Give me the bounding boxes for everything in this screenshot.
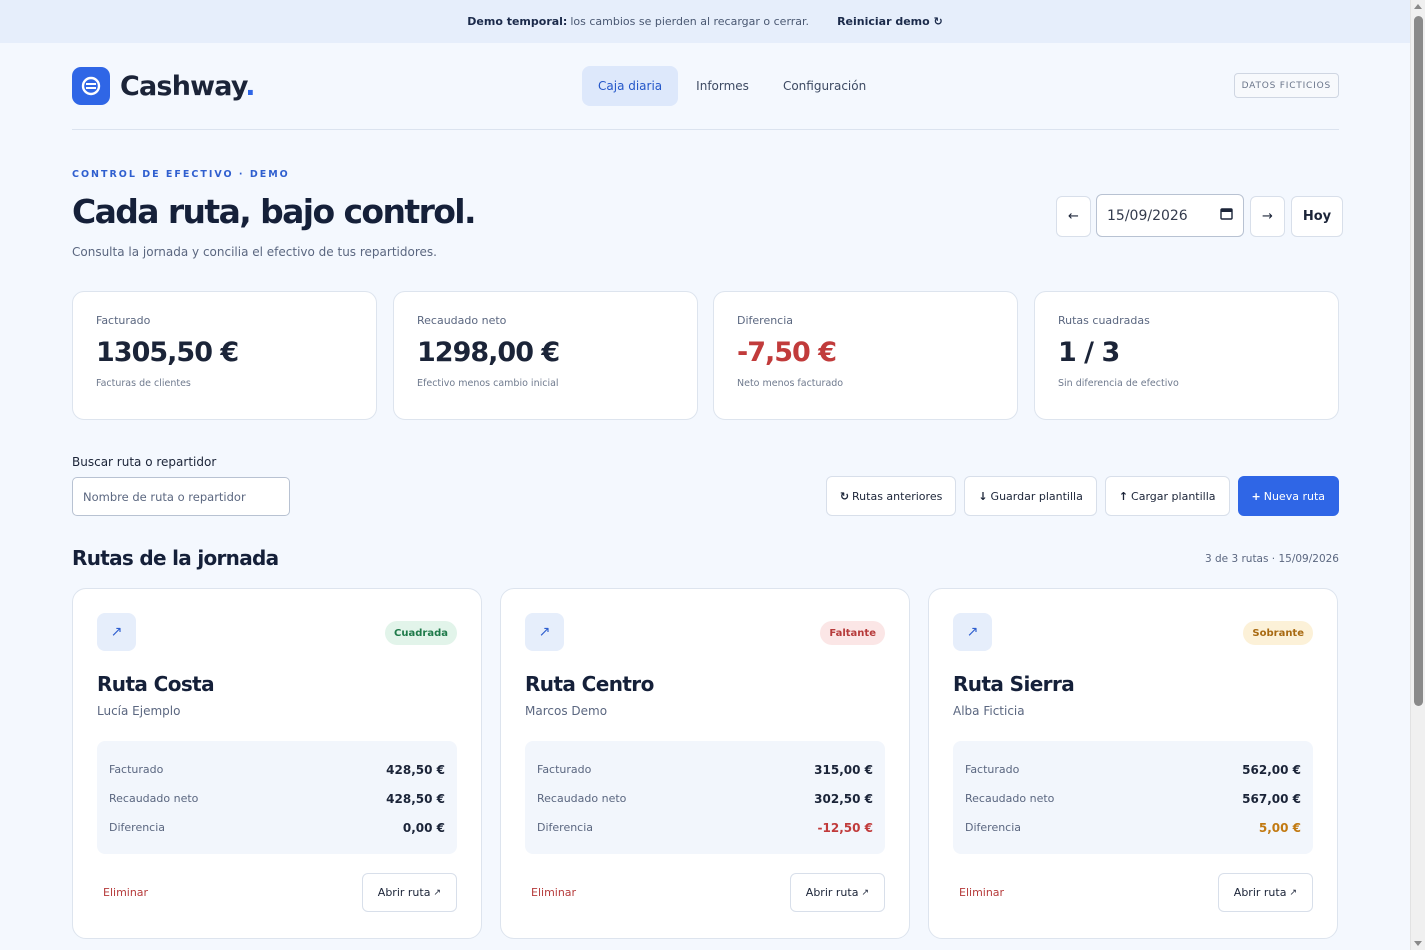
date-value: 15/09/2026 (1107, 207, 1188, 224)
delete-route-link[interactable]: Eliminar (103, 886, 148, 899)
upload-icon: ↑ (1118, 489, 1129, 503)
demo-banner: Demo temporal: los cambios se pierden al… (0, 0, 1410, 43)
status-badge: Cuadrada (385, 621, 457, 645)
nav-configuracion[interactable]: Configuración (767, 66, 882, 106)
external-arrow-icon: ↗ (861, 887, 869, 898)
search-input[interactable] (72, 477, 290, 516)
plus-icon: + (1251, 489, 1261, 503)
status-badge: Faltante (820, 621, 885, 645)
kpi-hint: Neto menos facturado (737, 378, 844, 389)
search-label: Buscar ruta o repartidor (72, 455, 217, 469)
stat-row: Recaudado neto 567,00 € (965, 791, 1301, 806)
kpi-hint: Facturas de clientes (96, 378, 191, 389)
arrow-up-right-icon: ↗ (525, 613, 564, 651)
prev-day-button[interactable]: ← (1056, 196, 1091, 237)
route-footer: Eliminar Abrir ruta ↗ (97, 873, 457, 912)
nav-caja-diaria[interactable]: Caja diaria (582, 66, 679, 106)
scrollbar-thumb[interactable] (1414, 16, 1423, 706)
open-route-button[interactable]: Abrir ruta ↗ (789, 873, 885, 912)
fake-data-badge: DATOS FICTICIOS (1233, 73, 1339, 98)
next-day-button[interactable]: → (1250, 196, 1285, 237)
external-arrow-icon: ↗ (1289, 887, 1297, 898)
stat-row: Recaudado neto 428,50 € (109, 791, 445, 806)
stat-row: Diferencia -12,50 € (537, 820, 873, 835)
route-stats: Facturado 428,50 € Recaudado neto 428,50 €… (97, 741, 457, 854)
route-driver: Alba Ficticia (953, 704, 1025, 718)
scroll-up-icon[interactable] (1414, 4, 1422, 9)
kpi-value: 1298,00 € (417, 337, 560, 368)
save-template-button[interactable]: ↓ Guardar plantilla (964, 476, 1097, 516)
nav-informes[interactable]: Informes (680, 66, 765, 106)
route-actions: ↻ Rutas anteriores ↓ Guardar plantilla ↑ Ca… (818, 476, 1339, 516)
kpi-value: 1 / 3 (1058, 337, 1120, 368)
page-title: Cada ruta, bajo control. (72, 192, 477, 231)
today-button[interactable]: Hoy (1291, 196, 1343, 237)
new-route-button[interactable]: + Nueva ruta (1237, 476, 1339, 516)
app-header: Cashway. Caja diaria Informes Configurac… (72, 60, 1339, 130)
kpi-rutas-cuadradas: Rutas cuadradas 1 / 3 Sin diferencia de … (1034, 291, 1339, 420)
route-driver: Lucía Ejemplo (97, 704, 181, 718)
arrow-up-right-icon: ↗ (953, 613, 992, 651)
kpi-label: Rutas cuadradas (1058, 314, 1150, 327)
brand-logo[interactable]: Cashway. (72, 67, 255, 105)
open-route-button[interactable]: Abrir ruta ↗ (361, 873, 457, 912)
brand-name: Cashway. (120, 70, 255, 102)
stat-row: Facturado 315,00 € (537, 762, 873, 777)
route-stats: Facturado 562,00 € Recaudado neto 567,00 €… (953, 741, 1313, 854)
route-name: Ruta Centro (525, 672, 654, 696)
cashway-logo-icon (72, 67, 110, 105)
download-icon: ↓ (978, 489, 988, 503)
calendar-icon[interactable] (1220, 207, 1233, 224)
route-card: ↗ Cuadrada Ruta Costa Lucía Ejemplo Fact… (72, 588, 482, 939)
status-badge: Sobrante (1243, 621, 1313, 645)
date-input[interactable]: 15/09/2026 (1096, 194, 1244, 237)
route-footer: Eliminar Abrir ruta ↗ (525, 873, 885, 912)
route-name: Ruta Sierra (953, 672, 1075, 696)
page-subtitle: Consulta la jornada y concilia el efecti… (72, 245, 437, 259)
route-driver: Marcos Demo (525, 704, 608, 718)
page-scrollbar[interactable] (1410, 0, 1425, 950)
open-route-button[interactable]: Abrir ruta ↗ (1217, 873, 1313, 912)
kpi-label: Facturado (96, 314, 151, 327)
kpi-hint: Efectivo menos cambio inicial (417, 378, 559, 389)
route-stats: Facturado 315,00 € Recaudado neto 302,50 €… (525, 741, 885, 854)
arrow-up-right-icon: ↗ (97, 613, 136, 651)
kpi-recaudado-neto: Recaudado neto 1298,00 € Efectivo menos … (393, 291, 698, 420)
stat-row: Recaudado neto 302,50 € (537, 791, 873, 806)
page-eyebrow: CONTROL DE EFECTIVO · DEMO (72, 169, 290, 180)
kpi-label: Diferencia (737, 314, 794, 327)
date-controls: ← 15/09/2026 → Hoy (1056, 194, 1343, 237)
kpi-label: Recaudado neto (417, 314, 507, 327)
stat-row: Facturado 428,50 € (109, 762, 445, 777)
main-nav: Caja diaria Informes Configuración (582, 66, 884, 106)
reset-demo-link[interactable]: Reiniciar demo ↻ (837, 15, 943, 28)
previous-routes-button[interactable]: ↻ Rutas anteriores (825, 476, 957, 516)
kpi-diferencia: Diferencia -7,50 € Neto menos facturado (713, 291, 1018, 420)
kpi-facturado: Facturado 1305,50 € Facturas de clientes (72, 291, 377, 420)
kpi-value: 1305,50 € (96, 337, 239, 368)
stat-row: Diferencia 0,00 € (109, 820, 445, 835)
kpi-hint: Sin diferencia de efectivo (1058, 378, 1179, 389)
route-name: Ruta Costa (97, 672, 215, 696)
scroll-down-icon[interactable] (1414, 941, 1422, 946)
load-template-button[interactable]: ↑ Cargar plantilla (1104, 476, 1230, 516)
section-meta: 3 de 3 rutas · 15/09/2026 (1204, 553, 1339, 565)
section-title: Rutas de la jornada (72, 546, 279, 570)
refresh-icon: ↻ (839, 489, 850, 503)
delete-route-link[interactable]: Eliminar (531, 886, 576, 899)
route-card: ↗ Faltante Ruta Centro Marcos Demo Factu… (500, 588, 910, 939)
banner-text: los cambios se pierden al recargar o cer… (570, 15, 810, 28)
route-footer: Eliminar Abrir ruta ↗ (953, 873, 1313, 912)
delete-route-link[interactable]: Eliminar (959, 886, 1004, 899)
kpi-value: -7,50 € (737, 337, 837, 368)
banner-strong: Demo temporal: (467, 15, 568, 28)
stat-row: Diferencia 5,00 € (965, 820, 1301, 835)
arrow-right-icon: → (1262, 209, 1273, 224)
stat-row: Facturado 562,00 € (965, 762, 1301, 777)
route-card: ↗ Sobrante Ruta Sierra Alba Ficticia Fac… (928, 588, 1338, 939)
arrow-left-icon: ← (1068, 209, 1079, 224)
external-arrow-icon: ↗ (433, 887, 441, 898)
